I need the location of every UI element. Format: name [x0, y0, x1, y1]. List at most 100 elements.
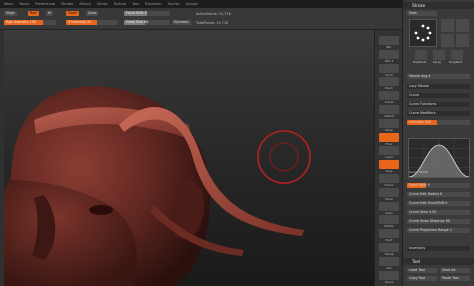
brush-cursor-inner [269, 142, 299, 172]
sub-row-2[interactable]: Curve Edit FocalShift 0 [407, 201, 470, 206]
shelf-button-label: Scroll [385, 72, 393, 77]
shelf-button-zoom[interactable]: Zoom [379, 77, 399, 90]
menu-item-preferences[interactable]: Preferences [35, 2, 55, 6]
shelf-button-label: Frame [384, 183, 394, 187]
right-icon-shelf: Bpr SPix 3 Scroll Zoom Actual AAHalf Persp Floo… [374, 30, 402, 286]
shelf-button-bpr[interactable]: Bpr [379, 36, 399, 49]
menu-item-movie[interactable]: Movie [19, 2, 29, 6]
shelf-button-label: Rotate [384, 224, 394, 229]
stroke-thumb-row: FreeHand Spray DragRect [409, 50, 469, 64]
spray-thumb[interactable] [433, 50, 445, 60]
section-curve-functions[interactable]: Curve Functions [407, 102, 470, 107]
menu-item-zscript[interactable]: Zscript [168, 2, 180, 6]
sub-row-5-label: Curve Projection Range 2 [409, 228, 452, 232]
shelf-button-label: Zoom [384, 86, 394, 91]
save-as-button[interactable]: Save As [440, 268, 470, 273]
sub-row-1-label: Curve Edit Radius 8 [409, 192, 443, 196]
m-button[interactable]: M [46, 11, 53, 16]
sub-row-3-label: Curve Step 0.05 [409, 210, 437, 214]
menu-item-zplugin[interactable]: Zplugin [185, 2, 198, 6]
rgb-intensity-value: 100 [29, 20, 37, 24]
shelf-button-transp[interactable]: Transp [379, 243, 399, 256]
dragrect-thumb[interactable] [451, 50, 463, 60]
shelf-button-label: Solo [386, 265, 392, 270]
menu-item-stencil[interactable]: Stencil [79, 2, 90, 6]
shelf-button-floor[interactable]: Floor [379, 132, 399, 146]
sub-row-5[interactable]: Curve Projection Range 2 [407, 228, 470, 233]
shelf-button-label: Floor [385, 141, 393, 146]
shelf-button-scroll[interactable]: Scroll [379, 63, 399, 77]
shelf-button-xpose[interactable]: Xpose [379, 270, 399, 284]
shelf-button-spix-3[interactable]: SPix 3 [379, 49, 399, 63]
shelf-button-solo[interactable]: Solo [379, 256, 399, 270]
focal-shift-panel-slider[interactable]: Focal Shift 0 [407, 183, 470, 188]
curve-functions-label: Curve Functions [409, 102, 437, 106]
dots-icon [414, 24, 432, 42]
section-curve-modifiers[interactable]: Curve Modifiers [407, 111, 470, 116]
section-lazy-mouse[interactable]: Lazy Mouse [407, 84, 470, 89]
rgb-intensity-slider[interactable]: Rgb Intensity 100 [4, 20, 56, 25]
total-points-readout: TotalPoints: 15,716 [196, 21, 229, 25]
menu-item-transform[interactable]: Transform [145, 2, 162, 6]
stroke-thumb-3[interactable] [441, 34, 454, 47]
stroke-type-button[interactable]: Dots [407, 11, 437, 16]
shelf-button-actual[interactable]: Actual [379, 91, 399, 104]
zsub-button[interactable]: Zsub [86, 11, 99, 16]
sub-row-3[interactable]: Curve Step 0.05 [407, 210, 470, 215]
shelf-button-scale[interactable]: Scale [379, 201, 399, 215]
draw-size-label: Draw Size [126, 20, 143, 24]
stroke-thumb-2[interactable] [456, 19, 469, 32]
viewport-canvas[interactable] [4, 30, 374, 286]
menu-item-texture[interactable]: Texture [114, 2, 126, 6]
mouse-avg-slider[interactable]: Mouse Avg 4 [407, 74, 470, 79]
rgb-button[interactable]: Rgb [28, 11, 39, 16]
shelf-button-move[interactable]: Move [379, 187, 399, 201]
menu-item-stroke[interactable]: Stroke [97, 2, 108, 6]
brush-cursor-outer [257, 130, 311, 184]
shelf-button-label: Persp [385, 127, 393, 132]
dynamic-button[interactable]: Dynamic [172, 20, 191, 25]
shelf-button-l-sym[interactable]: L.Sym [379, 146, 399, 159]
shelf-button-gxyz[interactable]: Gxyz [379, 160, 399, 173]
shelf-button-persp[interactable]: Persp [379, 118, 399, 132]
focal-shift-value: 0 [144, 11, 147, 15]
load-tool-button[interactable]: Load Tool [407, 268, 437, 273]
tool-title-label: Tool [412, 259, 421, 264]
menu-item-menu[interactable]: Menu [4, 2, 13, 6]
shelf-button-polyf[interactable]: PolyF [379, 229, 399, 242]
rgb-intensity-label: Rgb Intensity [6, 20, 29, 24]
stroke-preview-dots[interactable] [409, 19, 437, 47]
sub-row-4-label: Curve Snap Distance 60 [409, 219, 450, 223]
tool-panel-title[interactable]: Tool [403, 258, 474, 265]
copy-tool-button[interactable]: Copy Tool [407, 276, 437, 281]
stroke-thumb-1[interactable] [441, 19, 454, 32]
eye-mesh [89, 205, 113, 215]
intensity-label: Intensity [409, 120, 424, 124]
zadd-button[interactable]: Zadd [66, 11, 79, 16]
menu-item-render[interactable]: Render [61, 2, 73, 6]
shelf-button-label: PolyF [385, 238, 393, 243]
intensity-slider[interactable]: Intensity 100 [407, 120, 470, 125]
shelf-button-label: Scale [385, 210, 393, 215]
copy-tool-label: Copy Tool [409, 276, 426, 280]
freehand-thumb[interactable] [415, 50, 427, 60]
sub-row-2-label: Curve Edit FocalShift 0 [409, 201, 448, 205]
mrgb-button[interactable]: Mrgb [4, 11, 17, 16]
z-intensity-label: Z Intensity [68, 20, 87, 24]
shelf-button-rotate[interactable]: Rotate [379, 215, 399, 228]
stroke-thumb-4[interactable] [456, 34, 469, 47]
paste-tool-label: Paste Tool [442, 276, 459, 280]
focal-shift-slider[interactable]: Focal Shift 0 [124, 11, 170, 16]
shelf-button-aahalf[interactable]: AAHalf [379, 105, 399, 118]
inventory-header[interactable]: Inventory [407, 246, 470, 251]
section-curve[interactable]: Curve [407, 93, 470, 98]
paste-tool-button[interactable]: Paste Tool [440, 276, 470, 281]
menu-item-tool[interactable]: Tool [132, 2, 139, 6]
sub-row-4[interactable]: Curve Snap Distance 60 [407, 219, 470, 224]
sub-row-1[interactable]: Curve Edit Radius 8 [407, 192, 470, 197]
stroke-panel-title[interactable]: Stroke [403, 2, 474, 9]
z-intensity-slider[interactable]: Z Intensity 61 [66, 20, 118, 25]
shelf-button-frame[interactable]: Frame [379, 174, 399, 187]
draw-size-slider[interactable]: Draw Size 64 [124, 20, 170, 25]
dragrect-label: DragRect [449, 60, 462, 64]
